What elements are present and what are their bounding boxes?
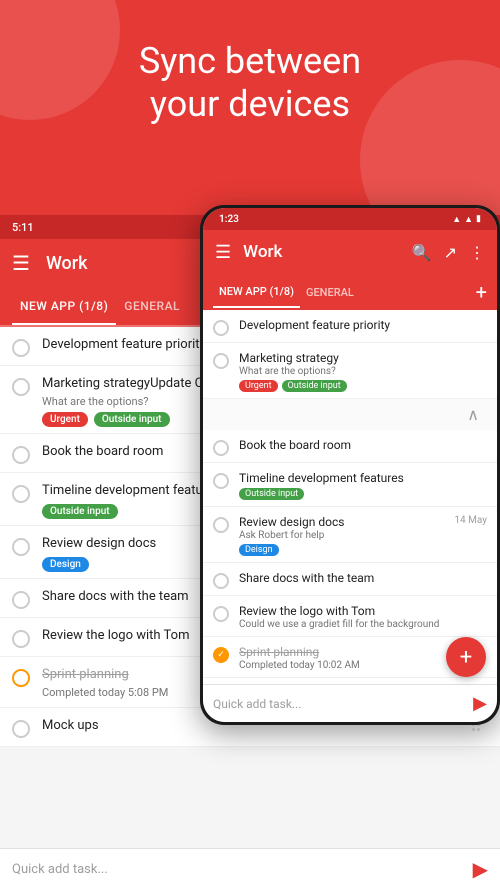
phone-task-title-6: Share docs with the team xyxy=(239,571,487,585)
phone-signal-icon: ▲ xyxy=(464,214,473,225)
phone-task-content-7: Review the logo with Tom Could we use a … xyxy=(239,604,487,630)
phone-task-content-4: Timeline development features Outside in… xyxy=(239,471,487,500)
phone-menu-icon[interactable]: ☰ xyxy=(215,242,231,263)
list-item: Book the board room xyxy=(203,430,497,463)
task-checkbox-9[interactable] xyxy=(12,720,30,738)
phone-tag-urgent: Urgent xyxy=(239,380,278,392)
collapse-header: ∧ xyxy=(203,399,497,430)
tablet-quick-add-send[interactable]: ▶ xyxy=(473,857,488,881)
phone-app-bar: ☰ Work 🔍 ↗ ⋮ xyxy=(203,230,497,274)
phone-task-subtitle-2: What are the options? xyxy=(239,366,487,377)
phone-task-title-2: Marketing strategy xyxy=(239,351,487,365)
phone-tag-design-5: Deisgn xyxy=(239,544,279,556)
hero-title: Sync betweenyour devices xyxy=(20,40,480,126)
list-item: Marketing strategy What are the options?… xyxy=(203,343,497,399)
task-checkbox-7[interactable] xyxy=(12,630,30,648)
phone-task-checkbox-4[interactable] xyxy=(213,473,229,489)
phone-battery-icon: ▮ xyxy=(476,214,481,224)
phone-task-content-5: Review design docs Ask Robert for help 1… xyxy=(239,515,487,556)
phone-tab-bar: NEW APP (1/8) GENERAL + xyxy=(203,274,497,310)
phone-task-checkbox-6[interactable] xyxy=(213,573,229,589)
tab-new-app[interactable]: NEW APP (1/8) xyxy=(12,289,116,325)
list-item: Development feature priority xyxy=(203,310,497,343)
phone-task-title-7: Review the logo with Tom xyxy=(239,604,487,618)
tag-outside-4: Outside input xyxy=(42,504,118,519)
phone-task-content-6: Share docs with the team xyxy=(239,571,487,585)
phone-task-checkbox-7[interactable] xyxy=(213,606,229,622)
phone-share-icon[interactable]: ↗ xyxy=(444,243,457,262)
phone-tag-outside: Outside input xyxy=(282,380,347,392)
phone-task-tags-5: Deisgn xyxy=(239,544,487,556)
list-item: Share docs with the team xyxy=(203,563,497,596)
tag-urgent: Urgent xyxy=(42,412,88,427)
phone-task-subtitle-7: Could we use a gradiet fill for the back… xyxy=(239,619,487,630)
task-checkbox-4[interactable] xyxy=(12,485,30,503)
tablet-mock: 5:11 ▲ ▲ ▮ ☰ Work 🔍 ↗ ⋮ NEW APP (1/8) GE… xyxy=(0,215,500,889)
phone-task-checkbox-2[interactable] xyxy=(213,353,229,369)
list-item: Review design docs Ask Robert for help 1… xyxy=(203,507,497,563)
phone-task-title-1: Development feature priority xyxy=(239,318,487,332)
phone-task-list: Development feature priority Marketing s… xyxy=(203,310,497,684)
phone-tab-add-button[interactable]: + xyxy=(476,280,487,304)
phone-status-icons: ▲ ▲ ▮ xyxy=(452,214,481,225)
phone-task-subtitle-5: Ask Robert for help xyxy=(239,530,344,541)
phone-app-title: Work xyxy=(243,242,412,262)
task-checkbox-5[interactable] xyxy=(12,538,30,556)
task-checkbox-8[interactable] xyxy=(12,669,30,687)
phone-tab-new-app[interactable]: NEW APP (1/8) xyxy=(213,277,300,308)
phone-task-row-5: Review design docs Ask Robert for help 1… xyxy=(239,515,487,541)
tablet-quick-add-bar: Quick add task... ▶ xyxy=(0,848,500,889)
tag-outside: Outside input xyxy=(94,412,170,427)
phone-status-bar: 1:23 ▲ ▲ ▮ xyxy=(203,208,497,230)
phone-task-title-3: Book the board room xyxy=(239,438,487,452)
phone-tab-general[interactable]: GENERAL xyxy=(300,278,360,307)
phone-search-icon[interactable]: 🔍 xyxy=(412,243,432,262)
phone-quick-add-send[interactable]: ▶ xyxy=(473,693,487,714)
collapse-icon[interactable]: ∧ xyxy=(459,403,487,426)
phone-quick-add-bar: Quick add task... ▶ xyxy=(203,684,497,722)
phone-task-checkbox-1[interactable] xyxy=(213,320,229,336)
task-checkbox-6[interactable] xyxy=(12,591,30,609)
phone-mock: 1:23 ▲ ▲ ▮ ☰ Work 🔍 ↗ ⋮ NEW APP (1/ xyxy=(200,205,500,725)
phone-tag-outside-4: Outside input xyxy=(239,488,304,500)
task-checkbox-3[interactable] xyxy=(12,446,30,464)
phone-more-icon[interactable]: ⋮ xyxy=(469,243,485,262)
phone-task-content-1: Development feature priority xyxy=(239,318,487,332)
menu-icon[interactable]: ☰ xyxy=(12,251,30,275)
phone-quick-add-input[interactable]: Quick add task... xyxy=(213,697,465,711)
phone-task-checkbox-3[interactable] xyxy=(213,440,229,456)
phone-task-checkbox-8[interactable] xyxy=(213,647,229,663)
phone-task-content-2: Marketing strategy What are the options?… xyxy=(239,351,487,392)
phone-task-tags-2: Urgent Outside input xyxy=(239,380,487,392)
phone-task-title-4: Timeline development features xyxy=(239,471,487,485)
phone-fab-button[interactable]: + xyxy=(446,637,486,677)
hero-section: Sync betweenyour devices xyxy=(0,0,500,215)
phone-task-checkbox-5[interactable] xyxy=(213,517,229,533)
tablet-quick-add-input[interactable]: Quick add task... xyxy=(12,862,465,877)
task-checkbox-1[interactable] xyxy=(12,339,30,357)
tab-general[interactable]: GENERAL xyxy=(116,289,188,323)
phone-status-time: 1:23 xyxy=(219,214,239,225)
phone-wifi-icon: ▲ xyxy=(452,214,461,225)
phone-task-date-5: 14 May xyxy=(454,515,487,526)
phone-task-tags-4: Outside input xyxy=(239,488,487,500)
tag-design-5: Design xyxy=(42,557,89,572)
phone-screen: 1:23 ▲ ▲ ▮ ☰ Work 🔍 ↗ ⋮ NEW APP (1/ xyxy=(203,208,497,722)
phone-app-bar-icons: 🔍 ↗ ⋮ xyxy=(412,243,485,262)
tablet-status-time: 5:11 xyxy=(12,221,34,234)
list-item: Timeline development features Outside in… xyxy=(203,463,497,507)
phone-task-title-5: Review design docs xyxy=(239,515,344,529)
phone-task-content-3: Book the board room xyxy=(239,438,487,452)
list-item: Review the logo with Tom Could we use a … xyxy=(203,596,497,637)
task-checkbox-2[interactable] xyxy=(12,378,30,396)
